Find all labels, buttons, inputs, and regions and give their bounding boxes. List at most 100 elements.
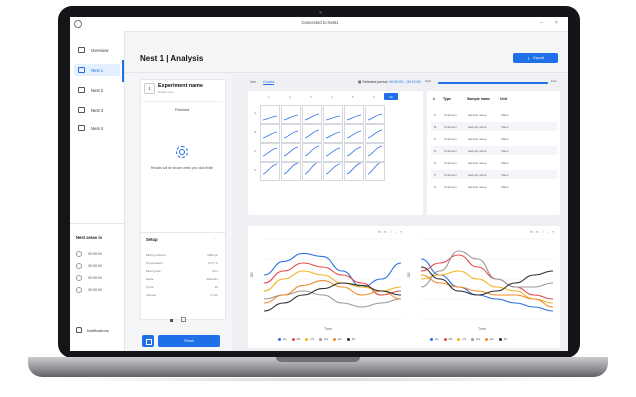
plate-well[interactable] — [302, 161, 322, 181]
plate-well[interactable] — [323, 143, 343, 162]
table-row[interactable]: B Unknown Sample name Value — [431, 122, 557, 131]
page-dot[interactable] — [181, 317, 186, 322]
legend-item[interactable]: A1 — [278, 337, 287, 341]
minimize-button[interactable]: – — [540, 20, 543, 26]
experiment-status: Finished — [174, 108, 190, 112]
table-cell: B — [434, 125, 437, 129]
well-curve-line — [346, 130, 362, 139]
sidebar-item-nest-4[interactable]: Nest 4 — [74, 122, 120, 134]
print-button[interactable] — [142, 335, 154, 347]
table-row[interactable]: E Unknown Sample name Value — [431, 158, 557, 167]
well-curve — [367, 113, 383, 121]
table-header: Unit — [500, 97, 507, 101]
radio-icon — [76, 275, 82, 281]
laptop-shadow — [40, 377, 596, 382]
plate-well[interactable] — [344, 162, 364, 181]
well-curve — [283, 130, 299, 139]
table-cell: Unknown — [444, 125, 457, 129]
camera — [319, 11, 322, 14]
plate-well[interactable] — [302, 124, 322, 143]
table-cell: Unknown — [444, 149, 457, 153]
plate-col-label: 6 — [373, 95, 375, 99]
plate-well[interactable] — [260, 143, 280, 162]
table-row[interactable]: G Unknown Sample name Value — [431, 182, 557, 191]
collapse-icon[interactable]: ⌃ — [212, 237, 215, 242]
notifications-link[interactable]: Notifications — [76, 327, 109, 333]
plate-well[interactable] — [302, 105, 322, 124]
plate-well[interactable] — [344, 105, 364, 124]
page-dot-active[interactable] — [170, 319, 173, 322]
plate-well[interactable] — [281, 143, 301, 162]
table-row[interactable]: C Unknown Sample name Value — [431, 134, 557, 143]
sidebar-item-nest-3[interactable]: Nest 3 — [74, 104, 120, 116]
slot-item[interactable]: 00:00:00 — [76, 263, 102, 269]
plate-well[interactable] — [323, 105, 343, 124]
legend-item[interactable]: B2 — [443, 337, 453, 341]
export-button[interactable]: ⇩ Export — [513, 53, 558, 63]
well-curve-line — [346, 162, 362, 175]
well-curve-line — [367, 113, 383, 121]
table-header: # — [433, 97, 435, 101]
plate-well[interactable] — [260, 162, 280, 181]
legend-item[interactable]: D1 — [319, 337, 328, 341]
well-curve-line — [283, 114, 299, 121]
sidebar-item-overview[interactable]: Overview — [74, 44, 120, 56]
header-divider — [124, 72, 568, 73]
plate-well[interactable] — [260, 124, 280, 143]
all-wells-button[interactable]: All — [384, 93, 398, 100]
plate-col-label: 4 — [331, 95, 333, 99]
plate-well[interactable] — [260, 105, 280, 124]
finish-button[interactable]: Finish — [158, 335, 220, 347]
table-row[interactable]: A Unknown Sample name Value — [431, 110, 557, 119]
plate-well[interactable] — [365, 105, 385, 124]
plate-well[interactable] — [281, 162, 301, 181]
sidebar-item-nest-1[interactable]: Nest 1 — [74, 64, 120, 76]
legend-item[interactable]: B2 — [291, 337, 300, 341]
legend-item[interactable]: E2 — [333, 337, 342, 341]
plate-well[interactable] — [281, 124, 301, 143]
legend-item[interactable]: C3 — [457, 337, 466, 341]
legend-item[interactable]: C3 — [305, 337, 314, 341]
plate-well[interactable] — [344, 124, 364, 143]
legend-item[interactable]: D1 — [471, 337, 480, 341]
table-row[interactable]: D Unknown Sample name Value — [431, 146, 557, 155]
slot-item[interactable]: 00:00:00 — [76, 275, 102, 281]
table-cell: A — [434, 113, 437, 117]
legend-item[interactable]: F3 — [346, 337, 355, 341]
slot-item[interactable]: 00:00:00 — [76, 251, 102, 257]
tab-info[interactable]: Info — [250, 80, 256, 84]
legend-item[interactable]: F3 — [498, 337, 507, 341]
setup-row: Temperature 37.0 °C — [146, 261, 218, 265]
nest-icon — [78, 67, 85, 73]
plate-well[interactable] — [323, 162, 343, 181]
chart-legend: A1 B2 C3 D1 E2 F3 — [430, 337, 507, 341]
tab-curves[interactable]: Curves — [263, 80, 275, 85]
plate-well[interactable] — [302, 143, 322, 162]
legend-item[interactable]: E2 — [485, 337, 494, 341]
plate-well[interactable] — [365, 161, 385, 181]
well-curve — [283, 162, 299, 175]
sidebar-divider — [70, 223, 124, 224]
slot-item[interactable]: 00:00:00 — [76, 287, 102, 293]
table-row[interactable]: F Unknown Sample name Value — [431, 170, 557, 179]
legend-label: B2 — [448, 337, 453, 341]
legend-swatch — [498, 337, 502, 341]
setup-key: Mode — [146, 277, 154, 281]
chart-toolbar[interactable]: ⊕ ⊖ ⤢ ⌂ ≡ — [530, 230, 555, 234]
well-curve — [346, 146, 362, 157]
table-cell: Value — [501, 161, 509, 165]
legend-item[interactable]: A1 — [430, 337, 439, 341]
plate-well[interactable] — [323, 124, 343, 143]
selected-period: ▦ Selected period: 00:00:00 - 00:12:00 — [358, 80, 421, 84]
plate-well[interactable] — [365, 143, 385, 162]
plate-well[interactable] — [365, 124, 385, 143]
legend-label: D1 — [324, 337, 329, 341]
plate-well[interactable] — [344, 143, 364, 162]
setup-value: 10 — [214, 285, 218, 289]
plate-well[interactable] — [281, 105, 301, 124]
setup-pager[interactable] — [170, 317, 186, 323]
sidebar-item-nest-2[interactable]: Nest 2 — [74, 84, 120, 96]
close-button[interactable]: × — [555, 20, 558, 26]
well-curve — [262, 147, 278, 157]
chart-toolbar[interactable]: ⊕ ⊖ ⤢ ⌂ ≡ — [378, 230, 403, 234]
